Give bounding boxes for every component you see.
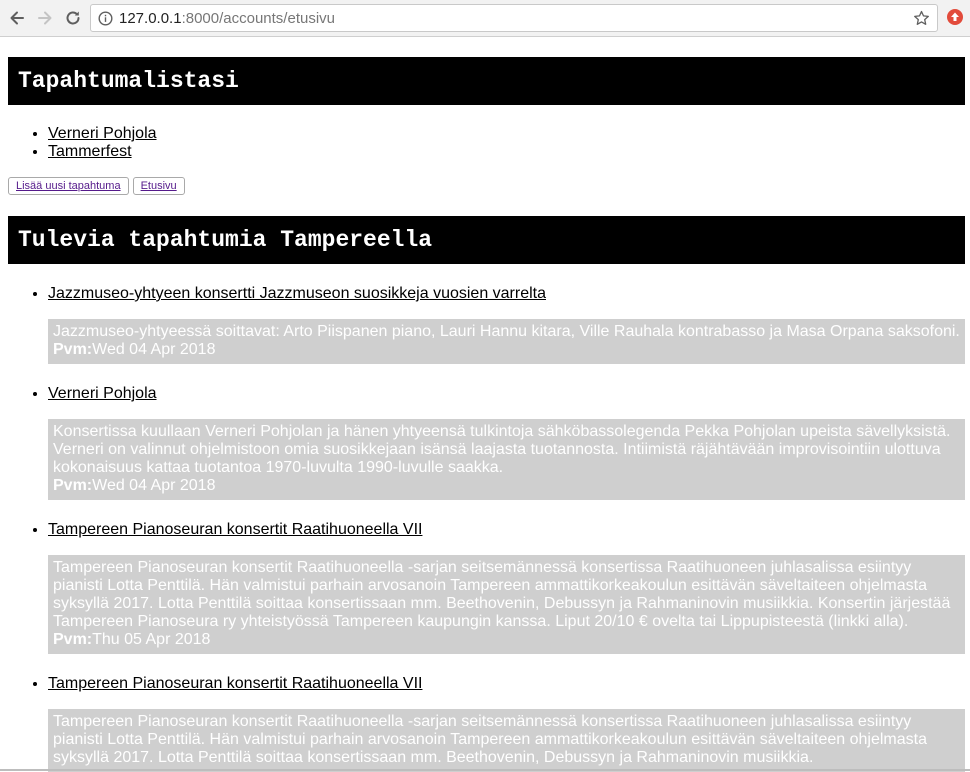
url-text: 127.0.0.1:8000/accounts/etusivu [119, 10, 335, 27]
event-description-box: Tampereen Pianoseuran konsertit Raatihuo… [48, 555, 965, 654]
home-button[interactable]: Etusivu [132, 177, 185, 195]
my-event-item: Tammerfest [48, 143, 965, 161]
event-description-box: Konsertissa kuullaan Verneri Pohjolan ja… [48, 419, 965, 500]
back-icon[interactable] [5, 6, 29, 30]
action-buttons: Lisää uusi tapahtuma Etusivu [8, 177, 965, 195]
event-date: Thu 05 Apr 2018 [92, 631, 211, 648]
my-events-list: Verneri Pohjola Tammerfest [8, 125, 965, 161]
my-events-heading: Tapahtumalistasi [8, 57, 965, 105]
forward-icon[interactable] [33, 6, 57, 30]
my-event-link[interactable]: Tammerfest [48, 143, 132, 160]
address-bar[interactable]: 127.0.0.1:8000/accounts/etusivu [90, 4, 938, 32]
upcoming-events-list: Jazzmuseo-yhtyeen konsertti Jazzmuseon s… [8, 264, 965, 772]
event-item: Tampereen Pianoseuran konsertit Raatihuo… [48, 500, 965, 654]
browser-toolbar: 127.0.0.1:8000/accounts/etusivu [0, 0, 970, 37]
url-path: :8000/accounts/etusivu [181, 10, 335, 27]
event-date: Wed 04 Apr 2018 [92, 477, 216, 494]
reload-icon[interactable] [61, 6, 85, 30]
info-icon[interactable] [98, 11, 113, 31]
event-description-box: Tampereen Pianoseuran konsertit Raatihuo… [48, 709, 965, 772]
date-label: Pvm: [53, 477, 93, 494]
event-title-link[interactable]: Tampereen Pianoseuran konsertit Raatihuo… [48, 521, 422, 539]
event-item: Tampereen Pianoseuran konsertit Raatihuo… [48, 654, 965, 772]
event-date: Wed 04 Apr 2018 [92, 341, 216, 358]
my-event-link[interactable]: Verneri Pohjola [48, 125, 157, 142]
event-title-link[interactable]: Verneri Pohjola [48, 385, 157, 403]
event-description-box: Jazzmuseo-yhtyeessä soittavat: Arto Piis… [48, 319, 965, 364]
my-event-item: Verneri Pohjola [48, 125, 965, 143]
event-description: Tampereen Pianoseuran konsertit Raatihuo… [53, 559, 951, 630]
url-host: 127.0.0.1 [119, 10, 182, 27]
upcoming-events-heading: Tulevia tapahtumia Tampereella [8, 216, 965, 264]
date-label: Pvm: [53, 631, 93, 648]
event-description: Jazzmuseo-yhtyeessä soittavat: Arto Piis… [53, 323, 960, 340]
event-title-link[interactable]: Jazzmuseo-yhtyeen konsertti Jazzmuseon s… [48, 285, 546, 303]
event-item: Jazzmuseo-yhtyeen konsertti Jazzmuseon s… [48, 264, 965, 364]
page-content: Tapahtumalistasi Verneri Pohjola Tammerf… [8, 37, 965, 772]
bookmark-star-icon[interactable] [913, 10, 930, 32]
event-description: Tampereen Pianoseuran konsertit Raatihuo… [53, 713, 927, 766]
event-title-link[interactable]: Tampereen Pianoseuran konsertit Raatihuo… [48, 675, 422, 693]
add-event-button[interactable]: Lisää uusi tapahtuma [8, 177, 129, 195]
event-description: Konsertissa kuullaan Verneri Pohjolan ja… [53, 423, 951, 476]
event-item: Verneri Pohjola Konsertissa kuullaan Ver… [48, 364, 965, 500]
extension-upload-icon[interactable] [946, 8, 964, 31]
date-label: Pvm: [53, 341, 93, 358]
